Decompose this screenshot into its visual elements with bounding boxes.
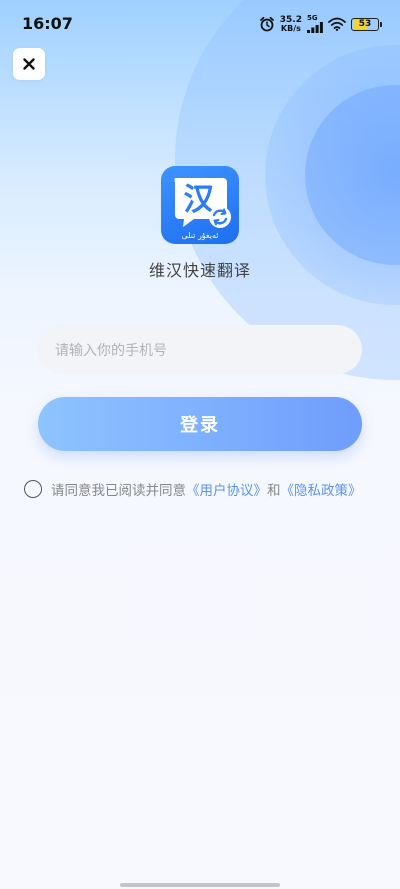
cellular-signal: 5G <box>307 15 323 33</box>
app-name: 维汉快速翻译 <box>148 261 251 280</box>
login-button[interactable]: 登录 <box>38 397 362 451</box>
status-bar: 16:07 35.2 KB/s 5G 53 <box>0 0 400 48</box>
close-icon <box>23 58 35 70</box>
alarm-icon <box>259 16 274 32</box>
agree-checkbox[interactable] <box>24 480 42 498</box>
status-time: 16:07 <box>22 14 73 33</box>
signal-icon <box>307 22 323 33</box>
wifi-icon <box>328 17 346 31</box>
net-speed: 35.2 KB/s <box>280 15 302 33</box>
privacy-policy-link[interactable]: 《隐私政策》 <box>281 479 362 499</box>
agreement-conjunction: 和 <box>267 483 281 499</box>
app-logo-graphic: 汉 ئەيغۇر تىلى <box>174 178 231 240</box>
signal-label: 5G <box>307 14 318 22</box>
status-icons: 35.2 KB/s 5G 53 <box>259 12 382 36</box>
battery-level: 53 <box>358 19 372 29</box>
phone-placeholder: 请输入你的手机号 <box>55 342 167 359</box>
phone-input[interactable]: 请输入你的手机号 <box>38 325 362 374</box>
app-logo: 汉 ئەيغۇر تىلى <box>161 166 239 244</box>
close-button[interactable] <box>13 48 45 80</box>
net-speed-unit: KB/s <box>280 24 301 33</box>
agreement-text: 请同意我已阅读并同意 <box>51 483 186 499</box>
home-indicator[interactable] <box>120 883 280 887</box>
agreement-row: 请同意我已阅读并同意 《用户协议》 和 《隐私政策》 <box>24 478 362 500</box>
logo-script: ئەيغۇر تىلى <box>181 231 218 240</box>
battery-icon: 53 <box>351 17 379 31</box>
battery-tip <box>380 21 382 27</box>
user-agreement-link[interactable]: 《用户协议》 <box>186 479 267 499</box>
